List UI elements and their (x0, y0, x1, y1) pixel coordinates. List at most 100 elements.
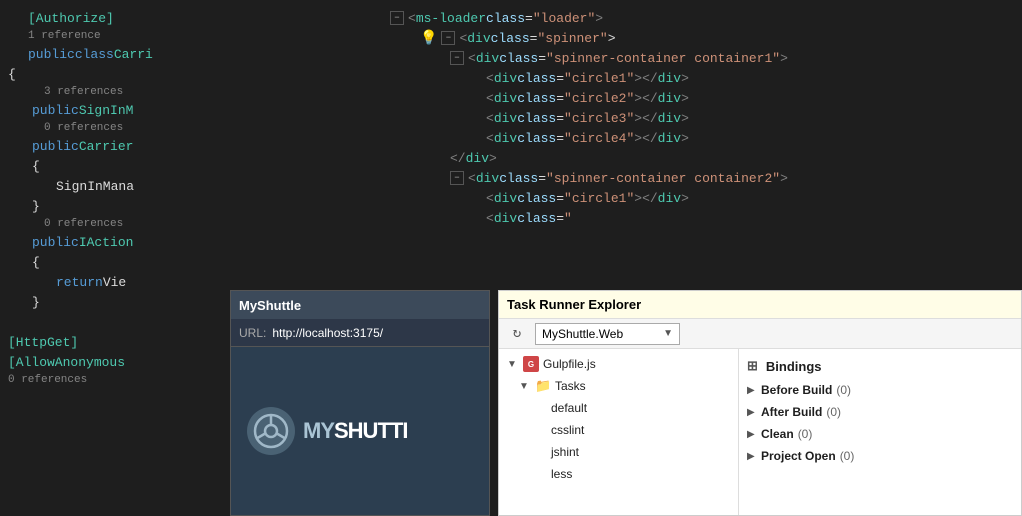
expand-icon: ▶ (747, 451, 757, 462)
tree-item-gulpfile[interactable]: ▼ G Gulpfile.js (499, 353, 738, 375)
gulp-icon: G (523, 356, 539, 372)
url-label: URL: (239, 326, 266, 340)
xml-line: − <ms-loader class="loader"> (310, 8, 1022, 28)
xml-bracket: < (459, 31, 467, 46)
expand-icon: ▶ (747, 385, 757, 396)
xml-line: <div class="circle3"></div> (310, 108, 1022, 128)
code-text: { (8, 67, 16, 82)
code-keyword: public (28, 47, 75, 62)
code-keyword: public (32, 103, 79, 118)
tree-item-csslint[interactable]: csslint (499, 419, 738, 441)
code-text: [AllowAnonymous (8, 355, 125, 370)
myshuttle-title: MyShuttle (239, 298, 301, 313)
xml-tag: ms-loader (416, 11, 486, 26)
code-type: Carrier (79, 139, 134, 154)
expand-arrow-icon: ▼ (519, 381, 531, 392)
xml-bracket2: > (608, 31, 616, 46)
binding-label: Project Open (761, 449, 836, 463)
code-brace: } (32, 199, 40, 214)
binding-item-clean[interactable]: ▶ Clean (0) (739, 423, 1021, 445)
xml-line: − <div class="spinner-container containe… (310, 168, 1022, 188)
tree-label: Gulpfile.js (543, 357, 596, 371)
tree-label: default (551, 401, 587, 415)
collapse-icon[interactable]: − (390, 11, 404, 25)
myshuttle-titlebar: MyShuttle (231, 291, 489, 319)
dropdown-arrow-icon: ▼ (663, 328, 673, 339)
code-text: [Authorize] (28, 11, 114, 26)
binding-item-before-build[interactable]: ▶ Before Build (0) (739, 379, 1021, 401)
xml-line: <div class=" (310, 208, 1022, 228)
binding-count: (0) (798, 427, 813, 441)
code-text: SignInMana (56, 179, 134, 194)
code-text: Vie (103, 275, 126, 290)
tree-label: csslint (551, 423, 584, 437)
task-runner-body: ▼ G Gulpfile.js ▼ 📁 Tasks default csslin… (499, 349, 1021, 515)
xml-attr: class (486, 11, 525, 26)
xml-line: </div> (310, 148, 1022, 168)
myshuttle-content: MYSHUTTI (231, 347, 489, 515)
myshuttle-panel: MyShuttle URL: http://localhost:3175/ MY… (230, 290, 490, 516)
xml-line: 💡 − <div class="spinner" > (310, 28, 1022, 48)
bindings-panel: ⊞ Bindings ▶ Before Build (0) ▶ After Bu… (739, 349, 1021, 515)
logo-shuttle-text: SHUTTI (334, 418, 407, 443)
binding-label: Before Build (761, 383, 832, 397)
tree-item-default[interactable]: default (499, 397, 738, 419)
xml-attr: class (491, 31, 530, 46)
tree-label: jshint (551, 445, 579, 459)
code-brace: } (32, 295, 40, 310)
tree-item-less[interactable]: less (499, 463, 738, 485)
xml-line: <div class="circle1"></div> (310, 188, 1022, 208)
expand-icon: ▶ (747, 407, 757, 418)
code-brace: { (32, 255, 40, 270)
task-runner-toolbar: ↻ MyShuttle.Web ▼ (499, 319, 1021, 349)
xml-line: <div class="circle1"></div> (310, 68, 1022, 88)
xml-bracket: < (408, 11, 416, 26)
xml-line: − <div class="spinner-container containe… (310, 48, 1022, 68)
tree-item-jshint[interactable]: jshint (499, 441, 738, 463)
binding-item-project-open[interactable]: ▶ Project Open (0) (739, 445, 1021, 467)
xml-tag: div (467, 31, 490, 46)
xml-line: <div class="circle2"></div> (310, 88, 1022, 108)
binding-item-after-build[interactable]: ▶ After Build (0) (739, 401, 1021, 423)
steering-wheel-icon (253, 413, 289, 449)
task-tree: ▼ G Gulpfile.js ▼ 📁 Tasks default csslin… (499, 349, 739, 515)
xml-eq: = (525, 11, 533, 26)
code-keyword: public (32, 235, 79, 250)
logo-my-text: MY (303, 418, 334, 443)
task-runner-panel: Task Runner Explorer ↻ MyShuttle.Web ▼ ▼… (498, 290, 1022, 516)
binding-label: Clean (761, 427, 794, 441)
collapse-icon[interactable]: − (450, 171, 464, 185)
binding-count: (0) (836, 383, 851, 397)
bindings-header: ⊞ Bindings (739, 353, 1021, 379)
expand-arrow-icon: ▼ (507, 359, 519, 370)
tree-label: Tasks (555, 379, 586, 393)
myshuttle-url-bar: URL: http://localhost:3175/ (231, 319, 489, 347)
collapse-icon[interactable]: − (450, 51, 464, 65)
code-text: SignInM (79, 103, 134, 118)
code-text: [HttpGet] (8, 335, 78, 350)
myshuttle-logo: MYSHUTTI (247, 407, 407, 455)
tree-label: less (551, 467, 572, 481)
logo-circle (247, 407, 295, 455)
lightbulb-icon: 💡 (420, 30, 437, 47)
task-runner-title: Task Runner Explorer (507, 297, 1013, 312)
bindings-title: Bindings (766, 359, 822, 374)
tree-item-tasks[interactable]: ▼ 📁 Tasks (499, 375, 738, 397)
refresh-button[interactable]: ↻ (507, 324, 527, 344)
binding-label: After Build (761, 405, 822, 419)
binding-count: (0) (840, 449, 855, 463)
folder-icon: 📁 (535, 378, 551, 394)
xml-val: "loader" (533, 11, 595, 26)
bindings-icon: ⊞ (747, 358, 758, 374)
binding-count: (0) (826, 405, 841, 419)
project-dropdown[interactable]: MyShuttle.Web ▼ (535, 323, 680, 345)
expand-icon: ▶ (747, 429, 757, 440)
collapse-icon[interactable]: − (441, 31, 455, 45)
code-keyword: return (56, 275, 103, 290)
code-keyword: public (32, 139, 79, 154)
code-classname: Carri (114, 47, 153, 62)
code-brace: { (32, 159, 40, 174)
logo-text: MYSHUTTI (303, 418, 407, 444)
url-value[interactable]: http://localhost:3175/ (272, 326, 383, 340)
code-keyword: class (75, 47, 114, 62)
